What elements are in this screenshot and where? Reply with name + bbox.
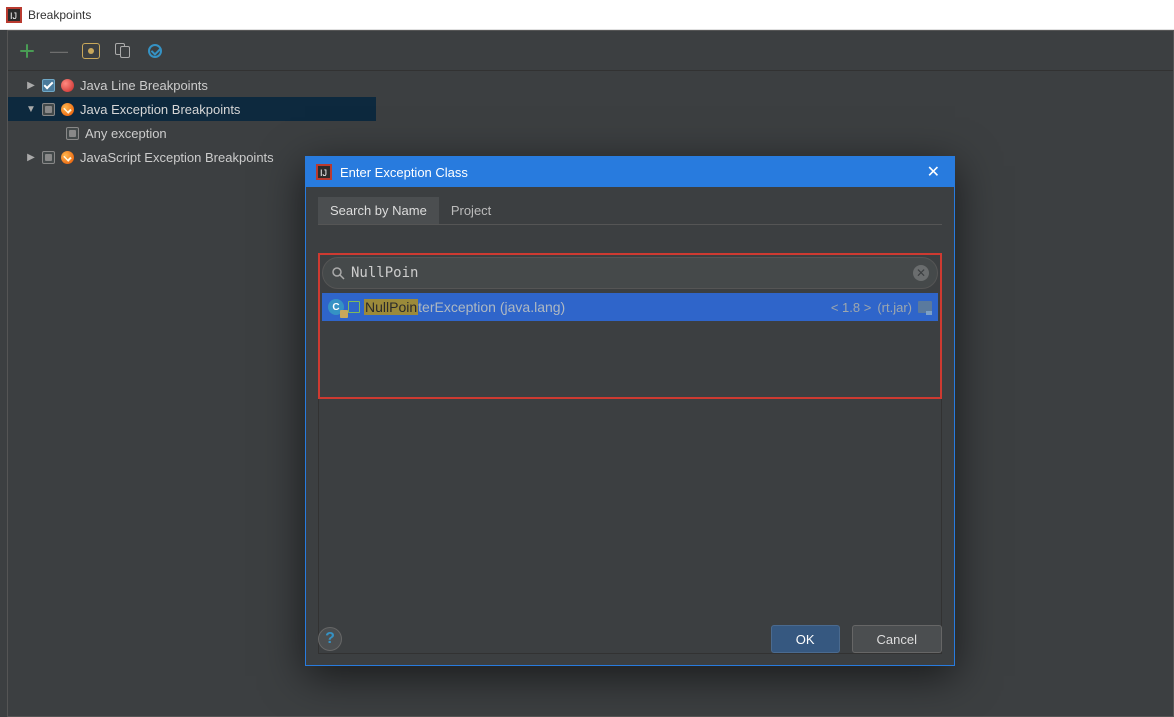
checkbox[interactable] <box>66 127 79 140</box>
window-title: Breakpoints <box>28 8 91 22</box>
cancel-button[interactable]: Cancel <box>852 625 942 653</box>
svg-text:IJ: IJ <box>320 168 327 178</box>
search-icon <box>331 266 345 280</box>
expand-icon: ▶ <box>26 80 36 91</box>
exception-breakpoint-icon <box>61 103 74 116</box>
app-icon: IJ <box>6 7 22 23</box>
package-icon <box>348 301 360 313</box>
tree-node-java-exception[interactable]: ▼ Java Exception Breakpoints <box>8 97 376 121</box>
enter-exception-class-dialog: IJ Enter Exception Class ✕ Search by Nam… <box>305 156 955 666</box>
search-input[interactable] <box>351 265 907 281</box>
checkbox[interactable] <box>42 151 55 164</box>
library-icon <box>918 301 932 313</box>
svg-text:IJ: IJ <box>10 11 17 21</box>
search-result-item[interactable]: C NullPointerException (java.lang) < 1.8… <box>322 293 938 321</box>
clear-search-button[interactable]: ✕ <box>913 265 929 281</box>
ok-button[interactable]: OK <box>771 625 840 653</box>
tree-node-java-line[interactable]: ▶ Java Line Breakpoints <box>8 73 376 97</box>
tab-search-by-name[interactable]: Search by Name <box>318 197 439 224</box>
close-icon[interactable]: ✕ <box>923 162 944 182</box>
dialog-button-row: ? OK Cancel <box>318 625 942 653</box>
breakpoints-toolbar: — <box>8 31 1173 71</box>
search-box: ✕ <box>322 257 938 289</box>
gutter-strip <box>0 30 7 717</box>
copy-button[interactable] <box>114 42 132 60</box>
window-titlebar[interactable]: IJ Breakpoints <box>0 0 1174 30</box>
breakpoints-window: IJ Breakpoints — ▶ Java Line Breakpoints… <box>0 0 1174 717</box>
result-location: < 1.8 > (rt.jar) <box>831 300 932 315</box>
help-button[interactable]: ? <box>318 627 342 651</box>
result-text: NullPointerException (java.lang) <box>364 299 565 315</box>
breakpoints-tree: ▶ Java Line Breakpoints ▼ Java Exception… <box>8 71 376 169</box>
tree-node-label: JavaScript Exception Breakpoints <box>80 150 274 165</box>
tree-node-label: Java Line Breakpoints <box>80 78 208 93</box>
verified-filter-button[interactable] <box>146 42 164 60</box>
checkbox[interactable] <box>42 103 55 116</box>
group-breakpoints-button[interactable] <box>82 42 100 60</box>
tab-project[interactable]: Project <box>439 197 503 224</box>
dialog-tabs: Search by Name Project <box>318 197 942 225</box>
collapse-icon: ▼ <box>26 104 36 115</box>
tree-node-label: Java Exception Breakpoints <box>80 102 240 117</box>
add-breakpoint-button[interactable] <box>18 42 36 60</box>
class-icon: C <box>328 299 344 315</box>
tree-node-any-exception[interactable]: Any exception <box>8 121 376 145</box>
dialog-titlebar[interactable]: IJ Enter Exception Class ✕ <box>306 157 954 187</box>
results-empty-area <box>318 399 942 654</box>
expand-icon: ▶ <box>26 152 36 163</box>
app-icon: IJ <box>316 164 332 180</box>
tree-node-label: Any exception <box>85 126 167 141</box>
dialog-body: Search by Name Project ✕ C NullPointerEx… <box>306 187 954 654</box>
dialog-title: Enter Exception Class <box>340 165 468 180</box>
exception-breakpoint-icon <box>61 151 74 164</box>
checkbox[interactable] <box>42 79 55 92</box>
lock-badge-icon <box>340 310 348 318</box>
remove-breakpoint-button[interactable]: — <box>50 42 68 60</box>
line-breakpoint-icon <box>61 79 74 92</box>
search-panel: ✕ C NullPointerException (java.lang) < 1… <box>318 253 942 399</box>
